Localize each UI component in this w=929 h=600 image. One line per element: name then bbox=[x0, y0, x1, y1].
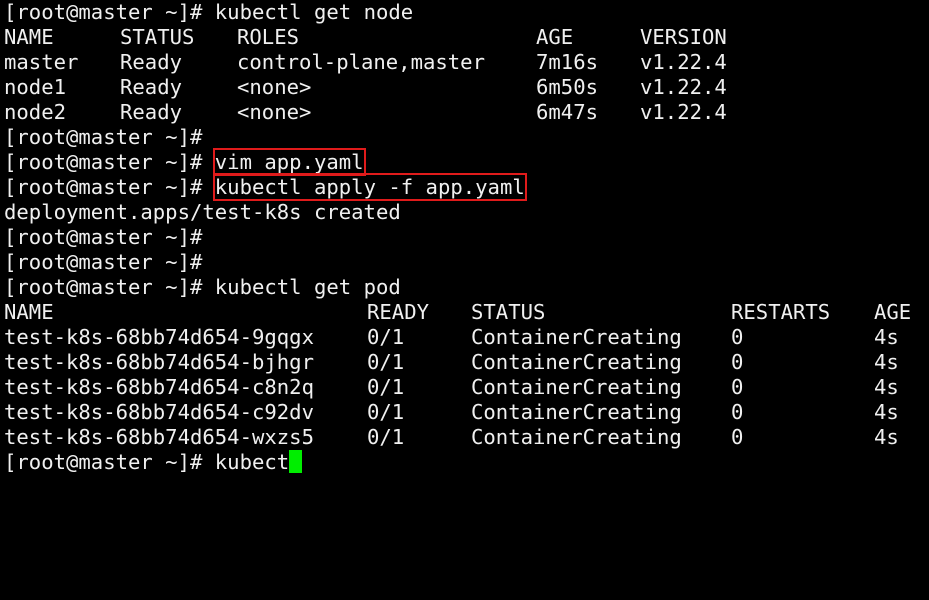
prompt: [root@master ~]# bbox=[4, 125, 215, 149]
node-status: Ready bbox=[120, 75, 182, 99]
node-age: 6m47s bbox=[536, 100, 598, 124]
pod-status: ContainerCreating bbox=[471, 425, 682, 449]
header-age: AGE bbox=[536, 25, 574, 49]
text-cursor bbox=[289, 450, 303, 473]
prompt-line: [root@master ~]# kubectl apply -f app.ya… bbox=[4, 173, 929, 201]
node-version: v1.22.4 bbox=[640, 75, 727, 99]
prompt: [root@master ~]# bbox=[4, 250, 215, 274]
pod-restarts: 0 bbox=[731, 400, 744, 424]
node-row: node2 Ready <none> 6m47s v1.22.4 bbox=[4, 100, 929, 125]
prompt: [root@master ~]# bbox=[4, 225, 215, 249]
pod-name: test-k8s-68bb74d654-wxzs5 bbox=[4, 425, 314, 449]
current-input[interactable]: kubect bbox=[215, 450, 289, 474]
pod-ready: 0/1 bbox=[367, 375, 405, 399]
node-status: Ready bbox=[120, 100, 182, 124]
node-roles: control-plane,master bbox=[237, 50, 485, 74]
pod-status: ContainerCreating bbox=[471, 325, 682, 349]
pod-table-header: NAME READY STATUS RESTARTS AGE bbox=[4, 300, 929, 325]
pod-age: 4s bbox=[874, 400, 899, 424]
prompt: [root@master ~]# bbox=[4, 450, 215, 474]
node-row: node1 Ready <none> 6m50s v1.22.4 bbox=[4, 75, 929, 100]
active-prompt-line[interactable]: [root@master ~]# kubect bbox=[4, 450, 929, 475]
header-status: STATUS bbox=[120, 25, 195, 49]
header-name: NAME bbox=[4, 25, 54, 49]
prompt-line: [root@master ~]# kubectl get node bbox=[4, 0, 929, 25]
pod-row: test-k8s-68bb74d654-9gqgx 0/1 ContainerC… bbox=[4, 325, 929, 350]
header-roles: ROLES bbox=[237, 25, 299, 49]
pod-name: test-k8s-68bb74d654-c92dv bbox=[4, 400, 314, 424]
pod-row: test-k8s-68bb74d654-bjhgr 0/1 ContainerC… bbox=[4, 350, 929, 375]
node-roles: <none> bbox=[237, 75, 312, 99]
pod-restarts: 0 bbox=[731, 425, 744, 449]
prompt-line: [root@master ~]# bbox=[4, 125, 929, 150]
pod-row: test-k8s-68bb74d654-c92dv 0/1 ContainerC… bbox=[4, 400, 929, 425]
header-version: VERSION bbox=[640, 25, 727, 49]
node-version: v1.22.4 bbox=[640, 50, 727, 74]
prompt: [root@master ~]# bbox=[4, 0, 215, 24]
prompt: [root@master ~]# bbox=[4, 275, 215, 299]
node-age: 7m16s bbox=[536, 50, 598, 74]
pod-age: 4s bbox=[874, 425, 899, 449]
node-name: node1 bbox=[4, 75, 66, 99]
pod-name: test-k8s-68bb74d654-9gqgx bbox=[4, 325, 314, 349]
pod-age: 4s bbox=[874, 325, 899, 349]
command-text: kubectl get pod bbox=[214, 275, 401, 299]
pod-age: 4s bbox=[874, 375, 899, 399]
pod-status: ContainerCreating bbox=[471, 350, 682, 374]
header-status: STATUS bbox=[471, 300, 546, 324]
header-name: NAME bbox=[4, 300, 54, 324]
prompt-line: [root@master ~]# kubectl get pod bbox=[4, 275, 929, 300]
node-version: v1.22.4 bbox=[640, 100, 727, 124]
command-output: deployment.apps/test-k8s created bbox=[4, 200, 401, 224]
pod-name: test-k8s-68bb74d654-bjhgr bbox=[4, 350, 314, 374]
pod-age: 4s bbox=[874, 350, 899, 374]
prompt: [root@master ~]# bbox=[4, 175, 215, 199]
pod-name: test-k8s-68bb74d654-c8n2q bbox=[4, 375, 314, 399]
pod-restarts: 0 bbox=[731, 325, 744, 349]
node-name: master bbox=[4, 50, 79, 74]
terminal-window[interactable]: [root@master ~]# kubectl get node NAME S… bbox=[0, 0, 929, 487]
pod-ready: 0/1 bbox=[367, 350, 405, 374]
pod-ready: 0/1 bbox=[367, 425, 405, 449]
node-table-header: NAME STATUS ROLES AGE VERSION bbox=[4, 25, 929, 50]
node-row: master Ready control-plane,master 7m16s … bbox=[4, 50, 929, 75]
header-age: AGE bbox=[874, 300, 912, 324]
node-roles: <none> bbox=[237, 100, 312, 124]
prompt-line: [root@master ~]# bbox=[4, 225, 929, 250]
node-status: Ready bbox=[120, 50, 182, 74]
highlighted-vim-command: vim app.yaml bbox=[212, 148, 366, 176]
pod-restarts: 0 bbox=[731, 375, 744, 399]
header-restarts: RESTARTS bbox=[731, 300, 831, 324]
pod-ready: 0/1 bbox=[367, 400, 405, 424]
command-text: kubectl get node bbox=[214, 0, 414, 24]
highlighted-apply-command: kubectl apply -f app.yaml bbox=[212, 173, 527, 201]
node-age: 6m50s bbox=[536, 75, 598, 99]
pod-status: ContainerCreating bbox=[471, 400, 682, 424]
pod-row: test-k8s-68bb74d654-c8n2q 0/1 ContainerC… bbox=[4, 375, 929, 400]
pod-ready: 0/1 bbox=[367, 325, 405, 349]
prompt: [root@master ~]# bbox=[4, 150, 215, 174]
pod-row: test-k8s-68bb74d654-wxzs5 0/1 ContainerC… bbox=[4, 425, 929, 450]
pod-status: ContainerCreating bbox=[471, 375, 682, 399]
prompt-line: [root@master ~]# bbox=[4, 250, 929, 275]
header-ready: READY bbox=[367, 300, 429, 324]
pod-restarts: 0 bbox=[731, 350, 744, 374]
node-name: node2 bbox=[4, 100, 66, 124]
prompt-line: [root@master ~]# vim app.yaml bbox=[4, 148, 929, 176]
